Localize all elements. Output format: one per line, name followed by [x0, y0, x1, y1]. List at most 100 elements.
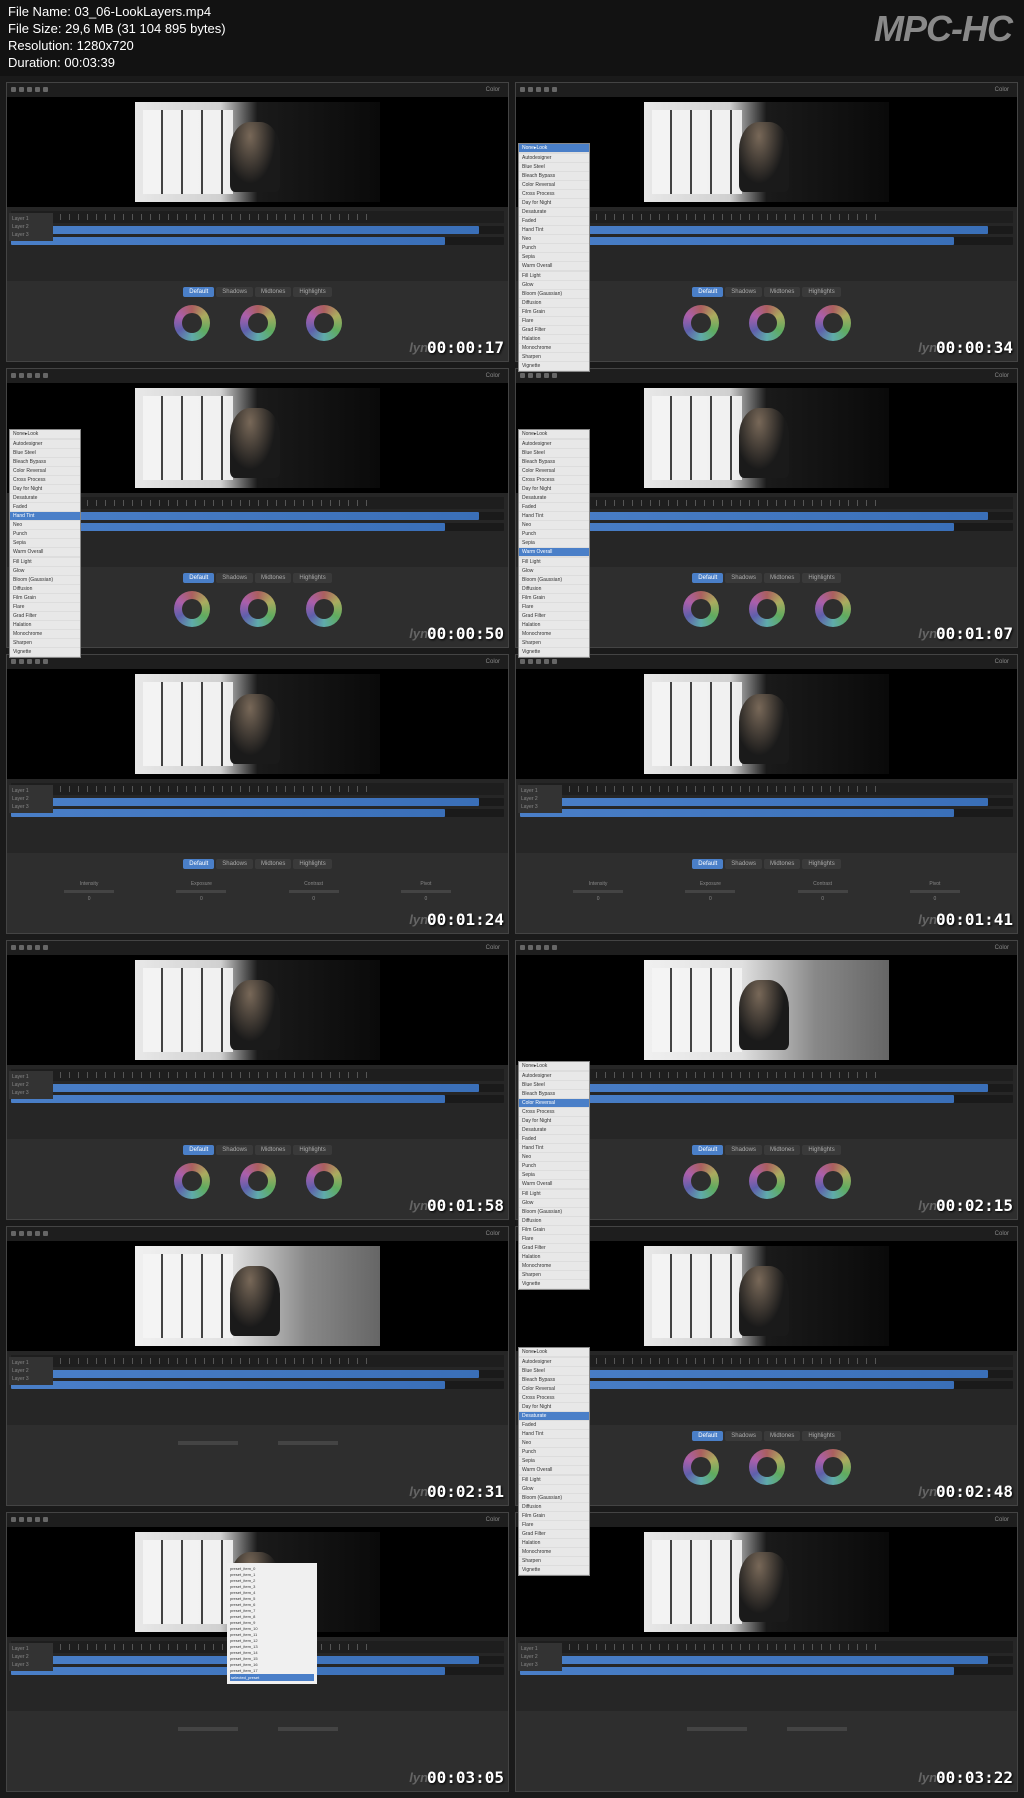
dropdown-item[interactable]: Fill Light	[519, 1476, 589, 1485]
dropdown-item[interactable]: Monochrome	[519, 344, 589, 353]
param-slider[interactable]	[687, 1727, 747, 1731]
dropdown-item[interactable]: Warm Overall	[519, 1180, 589, 1189]
param-slider[interactable]	[178, 1727, 238, 1731]
toolbar-icon[interactable]	[520, 945, 525, 950]
dropdown-item[interactable]: Cross Process	[519, 1394, 589, 1403]
dropdown-item[interactable]: Sepia	[10, 539, 80, 548]
dropdown-item[interactable]: Flare	[519, 317, 589, 326]
color-wheel[interactable]	[240, 305, 276, 341]
layer-row[interactable]: Layer 1	[11, 215, 51, 223]
color-wheel[interactable]	[815, 591, 851, 627]
panel-tab[interactable]: Color	[991, 1230, 1013, 1238]
dropdown-item[interactable]: Day for Night	[519, 1403, 589, 1412]
layers-panel[interactable]: Layer 1Layer 2Layer 3	[518, 785, 562, 813]
layer-row[interactable]: Layer 1	[11, 787, 51, 795]
color-wheel[interactable]	[306, 591, 342, 627]
panel-tab[interactable]: Color	[991, 658, 1013, 666]
layer-row[interactable]: Layer 1	[11, 1645, 51, 1653]
dropdown-item[interactable]: None▸Look	[519, 1062, 589, 1071]
dropdown-item[interactable]: Vignette	[10, 648, 80, 657]
toolbar-icon[interactable]	[520, 87, 525, 92]
toolbar-icon[interactable]	[528, 945, 533, 950]
dropdown-item[interactable]: Hand Tint	[519, 1430, 589, 1439]
dropdown-item[interactable]: Color Reversal	[519, 1099, 589, 1108]
control-tab[interactable]: Shadows	[725, 859, 762, 869]
video-thumbnail[interactable]: ColorDefaultShadowsMidtonesHighlightsLay…	[515, 940, 1018, 1220]
dropdown-item[interactable]: Bloom (Gaussian)	[519, 1208, 589, 1217]
color-wheel[interactable]	[815, 305, 851, 341]
dropdown-item[interactable]: Autodesigner	[10, 440, 80, 449]
dropdown-item[interactable]: Punch	[10, 530, 80, 539]
color-wheel[interactable]	[683, 1449, 719, 1485]
dropdown-item[interactable]: Diffusion	[519, 585, 589, 594]
toolbar-icon[interactable]	[552, 87, 557, 92]
layers-panel[interactable]: Layer 1Layer 2Layer 3	[9, 213, 53, 241]
dropdown-item[interactable]: Glow	[519, 567, 589, 576]
dropdown-item[interactable]: Day for Night	[519, 1117, 589, 1126]
control-tab[interactable]: Highlights	[293, 859, 331, 869]
toolbar-icon[interactable]	[11, 87, 16, 92]
toolbar-icon[interactable]	[536, 659, 541, 664]
control-tab[interactable]: Default	[692, 1145, 723, 1155]
control-tab[interactable]: Shadows	[216, 287, 253, 297]
toolbar-icon[interactable]	[43, 373, 48, 378]
dropdown-item[interactable]: Bloom (Gaussian)	[519, 1494, 589, 1503]
preset-list-popup[interactable]: preset_item_0preset_item_1preset_item_2p…	[227, 1563, 317, 1684]
dropdown-item[interactable]: Halation	[519, 1253, 589, 1262]
timeline[interactable]	[516, 493, 1017, 567]
dropdown-item[interactable]: Desaturate	[519, 1412, 589, 1421]
timeline[interactable]	[516, 207, 1017, 281]
panel-tab[interactable]: Color	[482, 372, 504, 380]
dropdown-item[interactable]: Cross Process	[519, 1108, 589, 1117]
dropdown-item[interactable]: Cross Process	[519, 190, 589, 199]
control-tab[interactable]: Default	[692, 573, 723, 583]
dropdown-item[interactable]: Sharpen	[519, 1557, 589, 1566]
slider-track[interactable]	[573, 890, 623, 893]
control-tab[interactable]: Shadows	[725, 1431, 762, 1441]
toolbar-icon[interactable]	[11, 1231, 16, 1236]
toolbar-icon[interactable]	[536, 373, 541, 378]
dropdown-item[interactable]: Bloom (Gaussian)	[519, 290, 589, 299]
dropdown-item[interactable]: Diffusion	[519, 1217, 589, 1226]
panel-tab[interactable]: Color	[991, 944, 1013, 952]
toolbar-icon[interactable]	[11, 659, 16, 664]
layer-row[interactable]: Layer 3	[11, 231, 51, 239]
control-tab[interactable]: Midtones	[255, 573, 291, 583]
control-tab[interactable]: Shadows	[216, 573, 253, 583]
color-wheel[interactable]	[174, 305, 210, 341]
color-wheel[interactable]	[240, 591, 276, 627]
dropdown-item[interactable]: Grad Filter	[519, 612, 589, 621]
slider-track[interactable]	[910, 890, 960, 893]
layer-row[interactable]: Layer 1	[520, 787, 560, 795]
dropdown-item[interactable]: Vignette	[519, 648, 589, 657]
color-wheel[interactable]	[749, 591, 785, 627]
preset-dropdown[interactable]: None▸LookAutodesignerBlue SteelBleach By…	[518, 429, 590, 658]
layers-panel[interactable]: Layer 1Layer 2Layer 3	[9, 785, 53, 813]
layers-panel[interactable]: Layer 1Layer 2Layer 3	[9, 1357, 53, 1385]
control-tab[interactable]: Default	[183, 1145, 214, 1155]
slider-track[interactable]	[798, 890, 848, 893]
control-tab[interactable]: Shadows	[216, 1145, 253, 1155]
dropdown-item[interactable]: Flare	[519, 603, 589, 612]
dropdown-item[interactable]: Hand Tint	[10, 512, 80, 521]
dropdown-item[interactable]: Blue Steel	[519, 1367, 589, 1376]
dropdown-item[interactable]: Autodesigner	[519, 1072, 589, 1081]
dropdown-item[interactable]: Faded	[519, 1135, 589, 1144]
toolbar-icon[interactable]	[35, 945, 40, 950]
toolbar-icon[interactable]	[27, 1517, 32, 1522]
video-thumbnail[interactable]: ColorDefaultShadowsMidtonesHighlightsLay…	[6, 82, 509, 362]
dropdown-item[interactable]: Color Reversal	[10, 467, 80, 476]
control-tab[interactable]: Midtones	[764, 1145, 800, 1155]
dropdown-item[interactable]: Blue Steel	[519, 449, 589, 458]
color-wheel[interactable]	[174, 591, 210, 627]
color-wheel[interactable]	[683, 305, 719, 341]
param-slider[interactable]	[278, 1441, 338, 1445]
toolbar-icon[interactable]	[552, 659, 557, 664]
control-tab[interactable]: Default	[183, 573, 214, 583]
toolbar-icon[interactable]	[43, 659, 48, 664]
dropdown-item[interactable]: Glow	[10, 567, 80, 576]
color-wheel[interactable]	[683, 1163, 719, 1199]
dropdown-item[interactable]: None▸Look	[10, 430, 80, 439]
toolbar-icon[interactable]	[43, 1231, 48, 1236]
slider-track[interactable]	[176, 890, 226, 893]
